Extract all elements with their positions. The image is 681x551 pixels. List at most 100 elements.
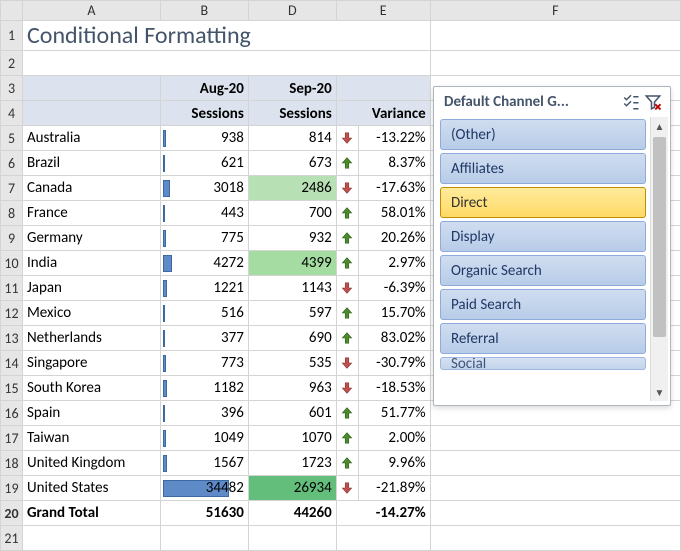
slicer-item[interactable]: Social [440,357,646,370]
row-header[interactable]: 3 [1,76,23,101]
sessions-sep-cell[interactable]: 1723 [248,451,336,476]
cell[interactable] [336,76,430,101]
sessions-sep-cell[interactable]: 700 [248,201,336,226]
col-header[interactable]: E [336,1,430,21]
row-header[interactable]: 11 [1,276,23,301]
variance-cell[interactable]: 2.00% [358,426,430,451]
header-month1[interactable]: Aug-20 [160,76,248,101]
row-header[interactable]: 17 [1,426,23,451]
cell[interactable] [430,426,680,451]
slicer-item[interactable]: Display [440,221,646,252]
sessions-sep-cell[interactable]: 2486 [248,176,336,201]
sessions-sep-cell[interactable]: 535 [248,351,336,376]
row-header[interactable]: 21 [1,526,23,551]
sessions-sep-cell[interactable]: 673 [248,151,336,176]
variance-icon-cell[interactable] [336,201,358,226]
sessions-aug-cell[interactable]: 938 [160,126,248,151]
country-cell[interactable]: United Kingdom [22,451,160,476]
sessions-sep-cell[interactable]: 814 [248,126,336,151]
variance-cell[interactable]: 20.26% [358,226,430,251]
header-month2[interactable]: Sep-20 [248,76,336,101]
row-header[interactable]: 2 [1,51,23,76]
row-header[interactable]: 15 [1,376,23,401]
sessions-aug-cell[interactable]: 516 [160,301,248,326]
variance-cell[interactable]: 83.02% [358,326,430,351]
country-cell[interactable]: India [22,251,160,276]
header-sessions2[interactable]: Sessions [248,101,336,126]
sessions-sep-cell[interactable]: 690 [248,326,336,351]
variance-icon-cell[interactable] [336,226,358,251]
variance-cell[interactable]: -13.22% [358,126,430,151]
sessions-sep-cell[interactable]: 4399 [248,251,336,276]
select-all-cell[interactable] [1,1,23,21]
country-cell[interactable]: Taiwan [22,426,160,451]
country-cell[interactable]: Mexico [22,301,160,326]
sessions-sep-cell[interactable]: 1070 [248,426,336,451]
variance-icon-cell[interactable] [336,426,358,451]
sessions-aug-cell[interactable]: 1182 [160,376,248,401]
sessions-aug-cell[interactable]: 773 [160,351,248,376]
slicer-item[interactable]: Affiliates [440,153,646,184]
slicer-header[interactable]: Default Channel G... [434,87,670,115]
variance-icon-cell[interactable] [336,376,358,401]
sessions-aug-cell[interactable]: 396 [160,401,248,426]
sessions-sep-cell[interactable]: 963 [248,376,336,401]
row-header[interactable]: 16 [1,401,23,426]
page-title[interactable]: Conditional Formatting [22,21,430,51]
variance-icon-cell[interactable] [336,251,358,276]
variance-icon-cell[interactable] [336,351,358,376]
slicer-item[interactable]: Direct [440,187,646,218]
row-header[interactable]: 13 [1,326,23,351]
sessions-sep-cell[interactable]: 1143 [248,276,336,301]
country-cell[interactable]: Japan [22,276,160,301]
row-header[interactable]: 20 [1,501,23,526]
country-cell[interactable]: South Korea [22,376,160,401]
row-header[interactable]: 10 [1,251,23,276]
cell[interactable] [430,51,680,76]
sessions-sep-cell[interactable]: 597 [248,301,336,326]
slicer-panel[interactable]: Default Channel G... (Other)AffiliatesDi… [433,86,671,406]
cell[interactable] [22,101,160,126]
row-header[interactable]: 12 [1,301,23,326]
cell[interactable] [22,76,160,101]
grand-total-sep[interactable]: 44260 [248,501,336,526]
row-header[interactable]: 5 [1,126,23,151]
cell[interactable] [22,51,430,76]
row-header[interactable]: 1 [1,21,23,51]
cell[interactable] [430,526,680,551]
cell[interactable] [430,501,680,526]
variance-icon-cell[interactable] [336,401,358,426]
slicer-item[interactable]: (Other) [440,119,646,150]
country-cell[interactable]: Spain [22,401,160,426]
variance-cell[interactable]: 9.96% [358,451,430,476]
country-cell[interactable]: United States [22,476,160,501]
cell[interactable] [22,526,160,551]
country-cell[interactable]: Germany [22,226,160,251]
cell[interactable] [160,526,248,551]
variance-cell[interactable]: -30.79% [358,351,430,376]
sessions-aug-cell[interactable]: 1049 [160,426,248,451]
scroll-down-icon[interactable]: ▼ [651,383,668,401]
col-header[interactable]: B [160,1,248,21]
row-header[interactable]: 8 [1,201,23,226]
variance-icon-cell[interactable] [336,326,358,351]
variance-cell[interactable]: 2.97% [358,251,430,276]
col-header[interactable]: D [248,1,336,21]
row-header[interactable]: 9 [1,226,23,251]
sessions-aug-cell[interactable]: 775 [160,226,248,251]
sessions-aug-cell[interactable]: 3018 [160,176,248,201]
row-header[interactable]: 14 [1,351,23,376]
row-header[interactable]: 6 [1,151,23,176]
scroll-thumb[interactable] [653,137,666,337]
sessions-aug-cell[interactable]: 377 [160,326,248,351]
sessions-aug-cell[interactable]: 4272 [160,251,248,276]
clear-filter-icon[interactable] [644,93,662,111]
variance-cell[interactable]: -21.89% [358,476,430,501]
country-cell[interactable]: Brazil [22,151,160,176]
variance-cell[interactable]: 58.01% [358,201,430,226]
variance-icon-cell[interactable] [336,176,358,201]
sessions-aug-cell[interactable]: 1567 [160,451,248,476]
country-cell[interactable]: Netherlands [22,326,160,351]
slicer-item[interactable]: Paid Search [440,289,646,320]
row-header[interactable]: 19 [1,476,23,501]
